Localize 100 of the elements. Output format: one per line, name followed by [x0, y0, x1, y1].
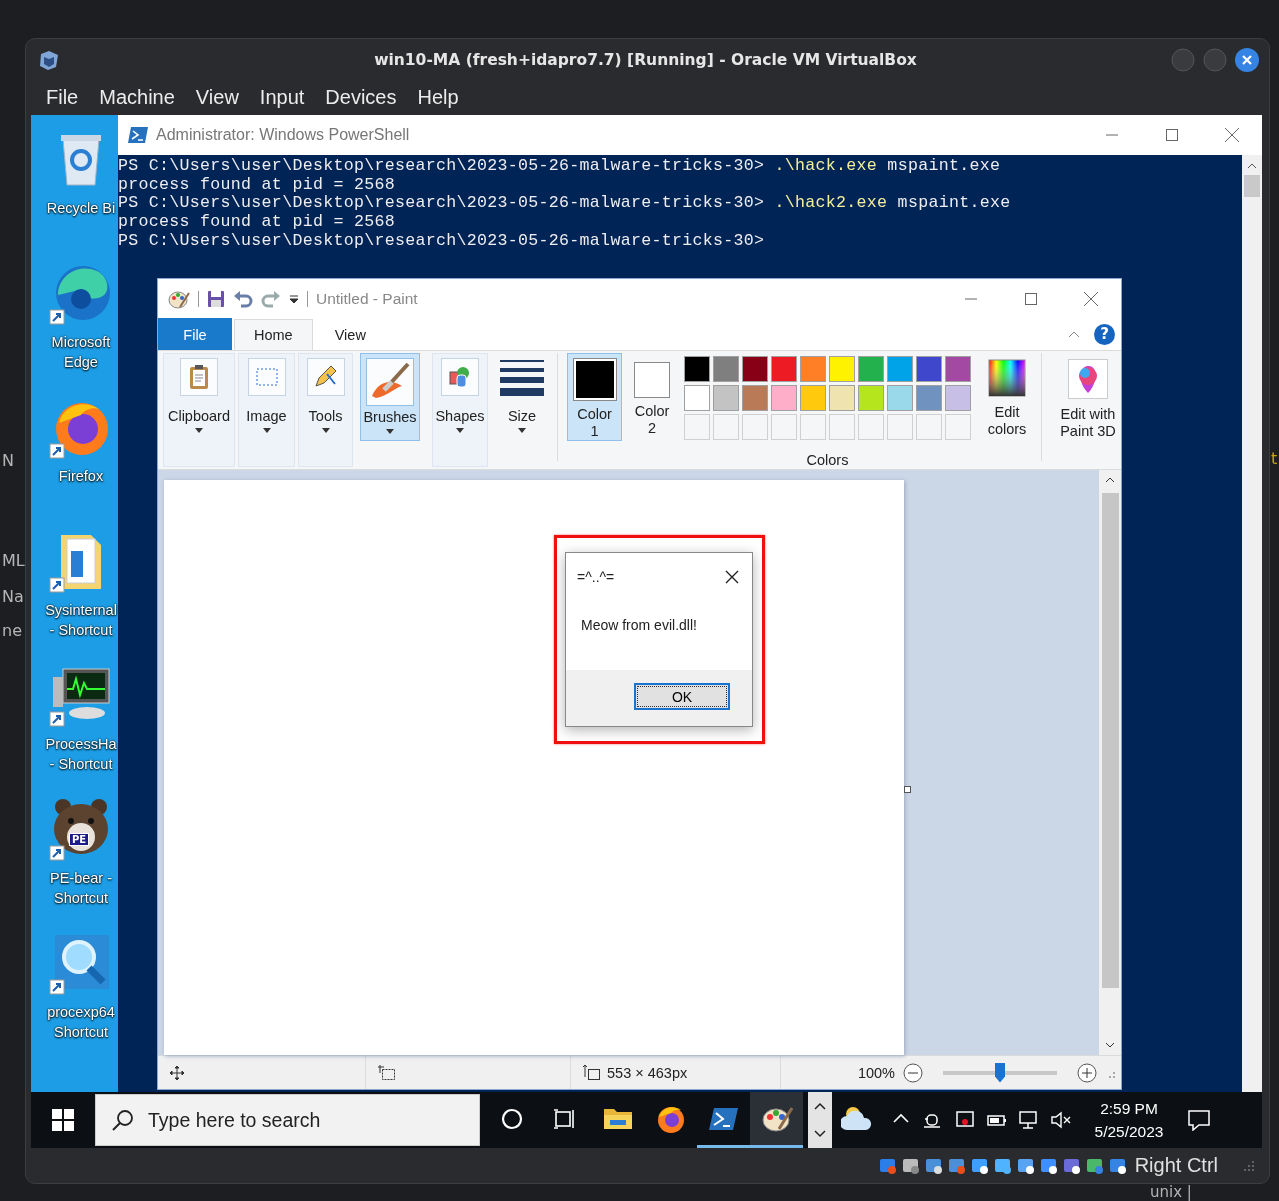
canvas-size-text: 553 × 463px	[607, 1064, 688, 1081]
circle-icon[interactable]	[500, 1107, 523, 1130]
palette-color[interactable]	[916, 385, 942, 411]
palette-color[interactable]	[887, 356, 913, 382]
ribbon-group-button[interactable]: Image	[238, 353, 295, 467]
empty-color-slot[interactable]	[742, 414, 768, 440]
close-button[interactable]	[1235, 47, 1259, 72]
palette-color[interactable]	[742, 356, 768, 382]
scroll-up-icon[interactable]	[1105, 476, 1115, 483]
clock-time[interactable]: 2:59 PM	[1100, 1097, 1158, 1120]
slider-thumb[interactable]	[995, 1062, 1005, 1083]
empty-color-slot[interactable]	[916, 414, 942, 440]
clipboard-icon	[187, 364, 211, 390]
menu-item[interactable]: Input	[259, 86, 305, 109]
zoom-in-button[interactable]	[1077, 1062, 1097, 1083]
ribbon-group-button[interactable]: Brushes	[360, 353, 420, 441]
empty-color-slot[interactable]	[887, 414, 913, 440]
palette-color[interactable]	[887, 385, 913, 411]
ribbon-group-button[interactable]: Tools	[298, 353, 353, 467]
palette-color[interactable]	[916, 356, 942, 382]
background-text: ML	[2, 552, 25, 570]
menu-item[interactable]: Help	[417, 86, 459, 109]
pencil-icon	[312, 364, 339, 390]
taskbar-app-button[interactable]	[750, 1092, 803, 1148]
palette-icon[interactable]	[168, 288, 190, 309]
help-button[interactable]: ?	[1094, 323, 1115, 345]
palette-color[interactable]	[713, 385, 739, 411]
empty-color-slot[interactable]	[713, 414, 739, 440]
palette-color[interactable]	[713, 356, 739, 382]
group-label: Colors	[806, 452, 849, 468]
caret-icon	[195, 428, 203, 433]
palette-color[interactable]	[771, 385, 797, 411]
move-cursor-icon	[170, 1065, 184, 1080]
palette-color[interactable]	[684, 356, 710, 382]
color-slot[interactable]: Color 2	[631, 353, 673, 441]
palette-color[interactable]	[771, 356, 797, 382]
palette-color[interactable]	[858, 356, 884, 382]
empty-color-slot[interactable]	[858, 414, 884, 440]
scrollbar-thumb[interactable]	[1244, 175, 1260, 197]
customize-menu-icon[interactable]	[289, 293, 299, 304]
empty-color-slot[interactable]	[800, 414, 826, 440]
ribbon-group-button[interactable]: Clipboard	[163, 353, 235, 467]
search-icon	[112, 1109, 134, 1131]
undo-icon[interactable]	[233, 289, 253, 308]
palette-color[interactable]	[684, 385, 710, 411]
rainbow-icon	[988, 359, 1026, 397]
scroll-down-icon[interactable]	[1105, 1042, 1115, 1049]
ribbon-tab[interactable]: View	[314, 319, 386, 350]
console-line: PS C:\Users\user\Desktop\research\2023-05-26-malware-tricks-30> .\hack2.exe mspaint.exe	[118, 194, 1012, 214]
console-line: PS C:\Users\user\Desktop\research\2023-05-26-malware-tricks-30> .\hack.exe mspaint.exe	[118, 157, 1002, 176]
clock-date[interactable]: 5/25/2023	[1094, 1120, 1164, 1143]
zoom-level-text: 100%	[857, 1064, 895, 1081]
palette-color[interactable]	[800, 385, 826, 411]
task-view-icon[interactable]	[552, 1107, 577, 1130]
notification-icon[interactable]	[1187, 1109, 1211, 1131]
menu-item[interactable]: Machine	[99, 86, 175, 109]
ribbon-group-button[interactable]: Shapes	[432, 353, 488, 467]
edit-colors-button[interactable]: Edit colors	[982, 353, 1032, 469]
ok-button[interactable]: OK	[634, 683, 730, 710]
zoom-out-button[interactable]	[903, 1062, 923, 1083]
search-field[interactable]: Type here to search	[95, 1094, 480, 1146]
window-title: Administrator: Windows PowerShell	[156, 126, 411, 144]
palette-color[interactable]	[742, 385, 768, 411]
collapse-ribbon-icon[interactable]	[1068, 330, 1080, 338]
empty-color-slot[interactable]	[945, 414, 971, 440]
menu-item[interactable]: View	[195, 86, 239, 109]
caret-icon	[456, 428, 464, 433]
start-button[interactable]	[52, 1109, 74, 1131]
save-icon[interactable]	[207, 289, 225, 308]
scrollbar-thumb[interactable]	[1101, 493, 1119, 988]
background-text: t	[1271, 450, 1278, 468]
close-button[interactable]	[724, 569, 740, 585]
scroll-up-icon[interactable]	[1247, 161, 1257, 171]
palette-color[interactable]	[858, 385, 884, 411]
palette-color[interactable]	[800, 356, 826, 382]
console-line: process found at pid = 2568	[118, 175, 396, 195]
taskbar-scroll-button[interactable]	[808, 1092, 832, 1148]
caret-icon	[262, 428, 271, 433]
menu-item[interactable]: File	[46, 86, 79, 109]
menu-item[interactable]: Devices	[325, 86, 397, 109]
resize-handle[interactable]	[904, 786, 911, 793]
redo-icon[interactable]	[261, 289, 281, 308]
ribbon-group-button[interactable]: Size	[496, 353, 548, 467]
window-title: Untitled - Paint	[316, 289, 419, 308]
empty-color-slot[interactable]	[684, 414, 710, 440]
canvas-size-icon	[583, 1064, 601, 1081]
palette-color[interactable]	[829, 356, 855, 382]
caret-icon	[386, 429, 394, 434]
palette-color[interactable]	[829, 385, 855, 411]
color-slot[interactable]: Color 1	[567, 353, 622, 441]
console-line: PS C:\Users\user\Desktop\research\2023-05-26-malware-tricks-30>	[118, 231, 766, 251]
selection-size-icon	[378, 1064, 396, 1081]
empty-color-slot[interactable]	[771, 414, 797, 440]
palette-color[interactable]	[945, 385, 971, 411]
empty-color-slot[interactable]	[829, 414, 855, 440]
speaker-muted-icon[interactable]	[1050, 1109, 1072, 1131]
ribbon-tab[interactable]: File	[158, 318, 232, 350]
paint-3d-button[interactable]: Edit with Paint 3D	[1051, 353, 1125, 469]
ribbon-tab[interactable]: Home	[234, 319, 313, 350]
palette-color[interactable]	[945, 356, 971, 382]
